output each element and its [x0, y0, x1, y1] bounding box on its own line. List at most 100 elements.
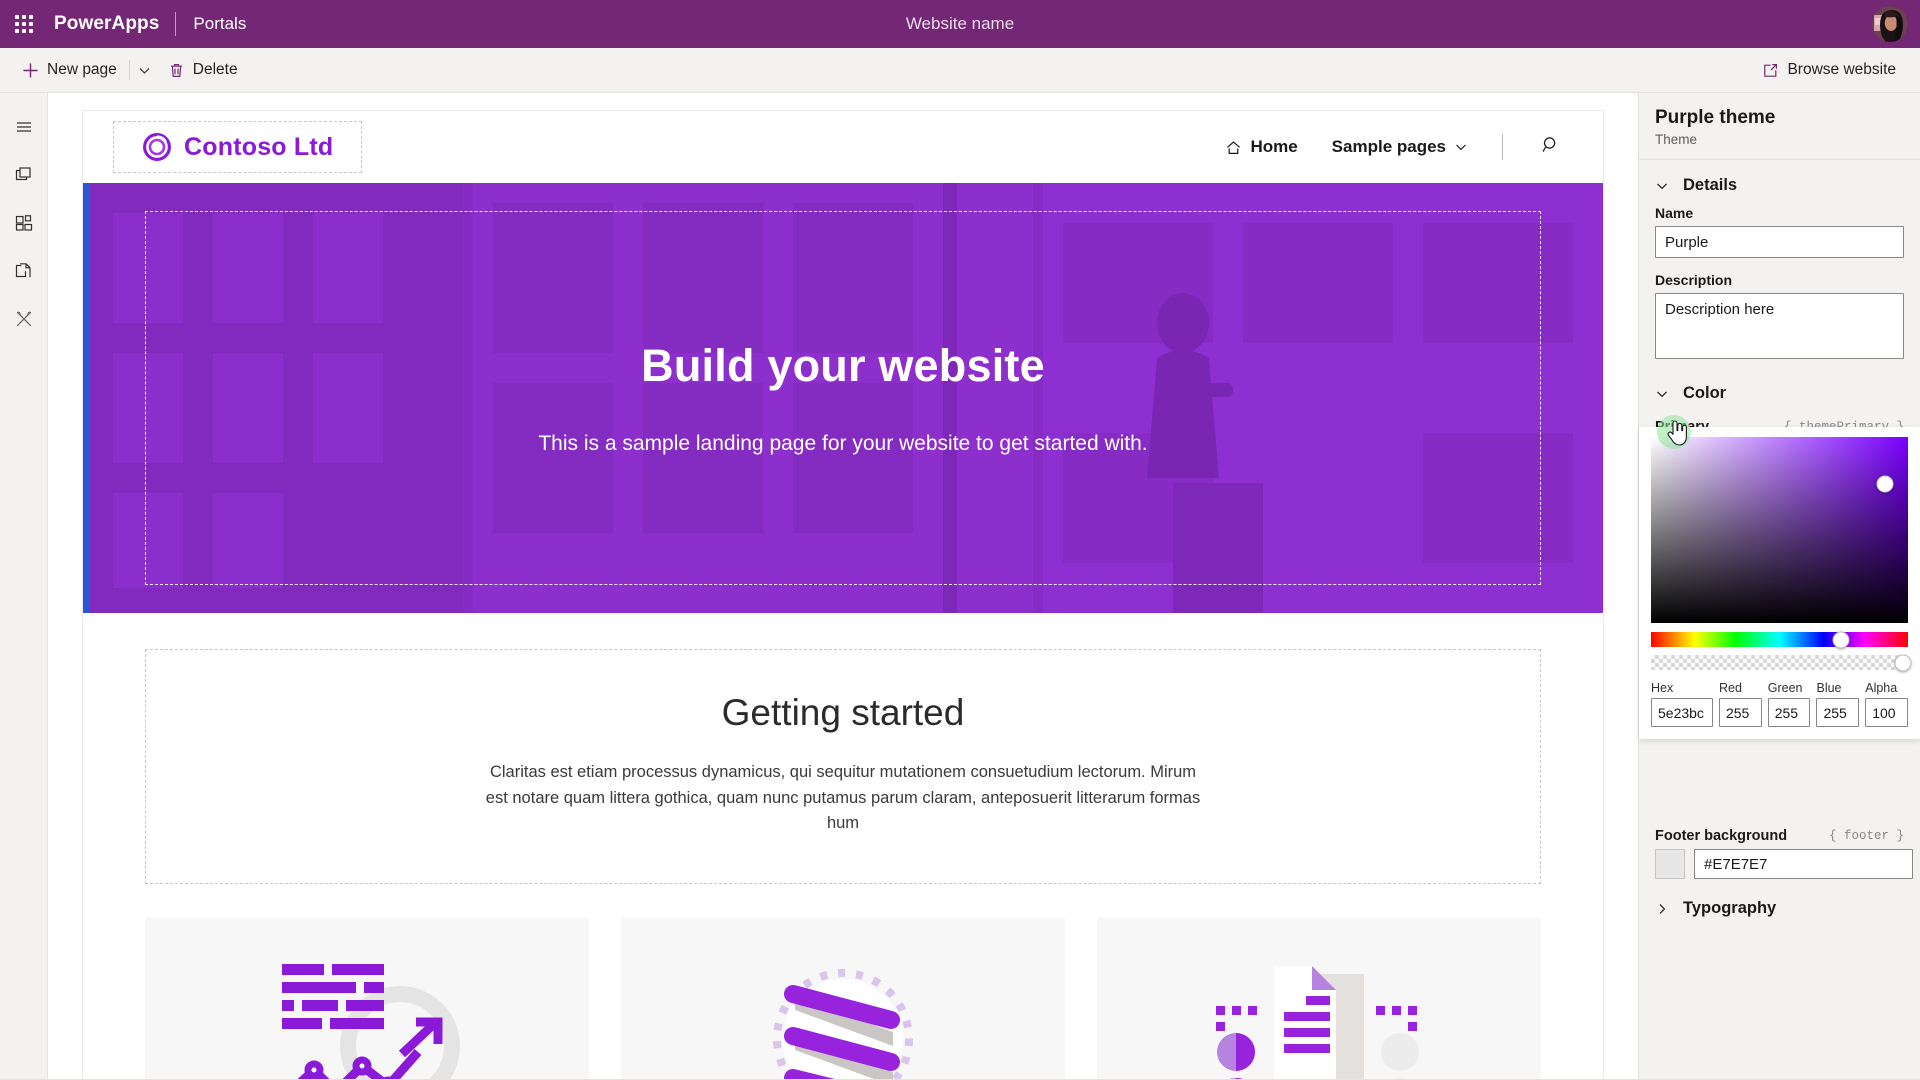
- getting-started-section[interactable]: Getting started Claritas est etiam proce…: [145, 649, 1541, 884]
- chevron-right-icon: [1655, 902, 1669, 916]
- brand-portals[interactable]: Portals: [176, 14, 246, 34]
- footer-color-swatch[interactable]: [1655, 849, 1685, 879]
- site-header: Contoso Ltd Home Sample pages: [83, 111, 1603, 183]
- picker-field-hex: Hex: [1651, 681, 1713, 727]
- footer-color-token: { footer }: [1828, 829, 1904, 843]
- nav-item-home[interactable]: Home: [1225, 137, 1298, 157]
- hue-slider[interactable]: [1651, 631, 1908, 648]
- waffle-grid-icon: [15, 15, 33, 33]
- picker-field-input-alpha[interactable]: [1865, 698, 1908, 727]
- feature-card[interactable]: [1097, 917, 1541, 1079]
- hero-title: Build your website: [641, 340, 1045, 391]
- section-typography-label: Typography: [1683, 899, 1777, 917]
- footer-color-row: Footer background { footer }: [1639, 822, 1920, 849]
- contoso-spiral-icon: [143, 133, 171, 161]
- website-preview: Contoso Ltd Home Sample pages Build your…: [83, 111, 1603, 1079]
- new-page-label: New page: [47, 61, 117, 78]
- footer-color-input[interactable]: [1694, 849, 1913, 879]
- hue-slider-thumb[interactable]: [1832, 631, 1850, 648]
- sv-black-gradient: [1651, 437, 1908, 623]
- alpha-slider-thumb[interactable]: [1894, 654, 1912, 671]
- rail-item-styling[interactable]: [0, 295, 48, 343]
- nav-item-sample-pages-label: Sample pages: [1331, 137, 1446, 156]
- field-name: Name: [1639, 205, 1920, 262]
- chevron-down-icon: [1456, 144, 1466, 151]
- description-textarea[interactable]: [1655, 293, 1904, 359]
- alpha-slider[interactable]: [1651, 654, 1912, 671]
- section-color-label: Color: [1683, 384, 1727, 402]
- footer-color-controls: [1639, 849, 1920, 879]
- feature-card[interactable]: [621, 917, 1065, 1079]
- rail-item-templates[interactable]: [0, 247, 48, 295]
- picker-field-label: Hex: [1651, 681, 1674, 695]
- brush-pen-icon: [16, 311, 31, 327]
- hero-subtitle: This is a sample landing page for your w…: [538, 432, 1148, 455]
- site-nav: Home Sample pages: [1225, 134, 1573, 160]
- getting-started-title: Getting started: [721, 692, 965, 733]
- chevron-down-icon: [139, 67, 150, 74]
- home-icon: [1227, 140, 1241, 154]
- picker-field-input-blue[interactable]: [1816, 698, 1860, 727]
- picker-field-red: Red: [1718, 681, 1762, 727]
- saturation-value-box[interactable]: [1651, 437, 1908, 623]
- pages-copy-icon: [15, 167, 31, 181]
- delete-button[interactable]: Delete: [158, 52, 248, 88]
- new-page-button[interactable]: New page: [12, 52, 127, 88]
- rail-item-pages[interactable]: [0, 151, 48, 199]
- new-page-caret-button[interactable]: [132, 52, 158, 88]
- rail-item-components[interactable]: [0, 199, 48, 247]
- picker-field-label: Red: [1718, 681, 1742, 695]
- browse-website-button[interactable]: Browse website: [1752, 52, 1906, 88]
- nav-divider: [1502, 134, 1503, 160]
- components-grid-icon: [15, 215, 32, 231]
- brand-powerapps[interactable]: PowerApps: [48, 13, 175, 35]
- section-typography-toggle[interactable]: Typography: [1639, 879, 1920, 928]
- site-search-button[interactable]: [1537, 135, 1565, 160]
- trash-icon: [168, 62, 185, 79]
- panel-subtitle: Theme: [1655, 132, 1698, 147]
- picker-field-input-red[interactable]: [1718, 698, 1762, 727]
- chevron-down-icon: [1655, 387, 1669, 401]
- body-region: Contoso Ltd Home Sample pages Build your…: [0, 93, 1920, 1079]
- picker-field-input-hex[interactable]: [1651, 698, 1713, 727]
- search-icon: [1542, 136, 1556, 152]
- name-input[interactable]: [1655, 226, 1904, 258]
- user-avatar-icon: [1872, 6, 1908, 42]
- picker-field-alpha: Alpha: [1865, 681, 1908, 727]
- app-bar: PowerApps Portals Website name: [0, 0, 1920, 48]
- color-picker-popout: Hex Red Green Blue Alpha: [1639, 427, 1920, 739]
- spiral-coil-illustration: [773, 968, 913, 1079]
- plus-icon: [22, 62, 39, 79]
- command-bar: New page Delete Browse website: [0, 48, 1920, 93]
- waffle-button[interactable]: [0, 0, 48, 48]
- selection-indicator-bar: [83, 183, 89, 613]
- nav-item-sample-pages[interactable]: Sample pages: [1332, 137, 1468, 157]
- sv-thumb[interactable]: [1876, 475, 1894, 492]
- picker-field-label: Blue: [1816, 681, 1842, 695]
- analytics-chart-illustration: [282, 963, 460, 1079]
- nav-item-home-label: Home: [1250, 137, 1298, 156]
- description-label: Description: [1655, 272, 1733, 288]
- section-color-toggle[interactable]: Color: [1639, 368, 1920, 413]
- picker-field-label: Green: [1767, 681, 1803, 695]
- picker-field-label: Alpha: [1865, 681, 1898, 695]
- hero-section[interactable]: Build your website This is a sample land…: [83, 183, 1603, 613]
- delete-label: Delete: [192, 61, 238, 78]
- section-details-toggle[interactable]: Details: [1639, 160, 1920, 205]
- hero-content: Build your website This is a sample land…: [538, 340, 1147, 456]
- page-title: Website name: [905, 14, 1015, 33]
- site-logo[interactable]: Contoso Ltd: [113, 121, 363, 173]
- site-logo-text: Contoso Ltd: [184, 132, 334, 161]
- name-label: Name: [1655, 205, 1694, 221]
- feature-card[interactable]: [145, 917, 589, 1079]
- color-value-fields: Hex Red Green Blue Alpha: [1651, 681, 1908, 727]
- hamburger-icon: [16, 122, 31, 132]
- avatar[interactable]: [1872, 6, 1908, 42]
- command-divider: [128, 60, 130, 80]
- rail-item-menu[interactable]: [0, 103, 48, 151]
- picker-field-input-green[interactable]: [1767, 698, 1811, 727]
- footer-color-label: Footer background: [1655, 828, 1788, 844]
- canvas: Contoso Ltd Home Sample pages Build your…: [48, 93, 1638, 1079]
- page-template-icon: [15, 263, 31, 278]
- section-details-label: Details: [1683, 176, 1738, 194]
